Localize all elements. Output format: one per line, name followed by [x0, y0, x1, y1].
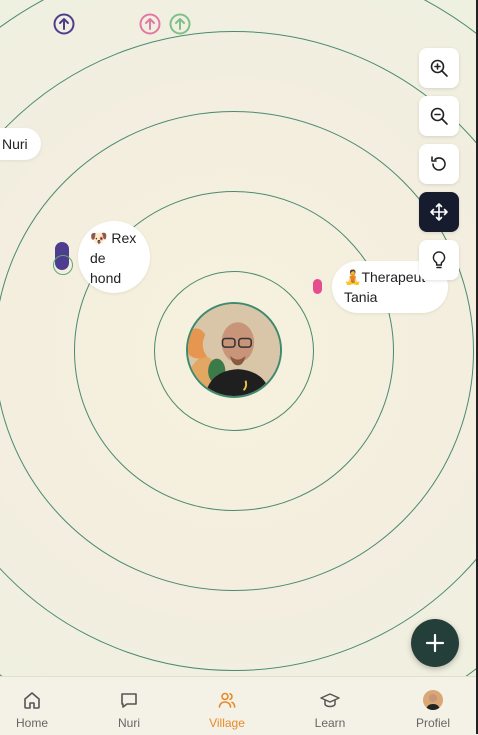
contact-name: Rex	[111, 230, 137, 246]
bottom-navigation: Home Nuri Village Learn Profiel	[0, 676, 478, 734]
village-map[interactable]: Nuri 🐶 Rex de hond 🧘Therapeut Tania	[0, 0, 478, 676]
zoom-out-icon	[430, 107, 448, 125]
arrow-up-icon[interactable]	[169, 13, 191, 35]
contact-marker-ring	[53, 255, 73, 275]
tips-button[interactable]	[419, 240, 459, 280]
graduation-cap-icon	[320, 693, 340, 708]
user-avatar-center[interactable]	[186, 302, 282, 398]
users-icon	[218, 692, 236, 708]
plus-icon	[425, 633, 445, 653]
move-icon	[430, 203, 448, 221]
contact-bubble-rex[interactable]: 🐶 Rex de hond	[78, 221, 150, 293]
zoom-out-button[interactable]	[419, 96, 459, 136]
reset-view-button[interactable]	[419, 144, 459, 184]
nav-label: Learn	[314, 716, 346, 730]
arrow-up-icon[interactable]	[139, 13, 161, 35]
contact-name-line: hond	[90, 270, 122, 286]
chat-icon	[121, 693, 137, 708]
nav-item-village[interactable]: Village	[182, 677, 272, 735]
nav-item-nuri[interactable]: Nuri	[84, 677, 174, 735]
contact-name-line: Tania	[344, 289, 378, 305]
nav-label: Profiel	[415, 716, 450, 730]
reset-icon	[431, 156, 446, 171]
contact-bubble-nuri[interactable]: Nuri	[0, 128, 41, 160]
nav-label: Nuri	[117, 716, 140, 730]
lightbulb-icon	[432, 251, 446, 269]
add-contact-button[interactable]	[411, 619, 459, 667]
therapist-emoji-icon: 🧘	[344, 269, 362, 285]
contact-name: Therapeut	[361, 269, 426, 285]
contact-name: Nuri	[2, 136, 28, 152]
nav-item-profiel[interactable]: Profiel	[388, 677, 478, 735]
nav-item-home[interactable]: Home	[0, 677, 77, 735]
contact-marker[interactable]	[313, 279, 322, 294]
zoom-in-button[interactable]	[419, 48, 459, 88]
nav-label: Home	[15, 716, 48, 730]
nav-item-learn[interactable]: Learn	[285, 677, 375, 735]
move-mode-button[interactable]	[419, 192, 459, 232]
arrow-up-icon[interactable]	[53, 13, 75, 35]
nav-label: Village	[209, 716, 245, 730]
home-icon	[24, 692, 40, 709]
dog-emoji-icon: 🐶	[90, 230, 108, 246]
avatar	[423, 690, 443, 710]
contact-name-line: de	[90, 250, 106, 266]
zoom-in-icon	[430, 59, 448, 77]
